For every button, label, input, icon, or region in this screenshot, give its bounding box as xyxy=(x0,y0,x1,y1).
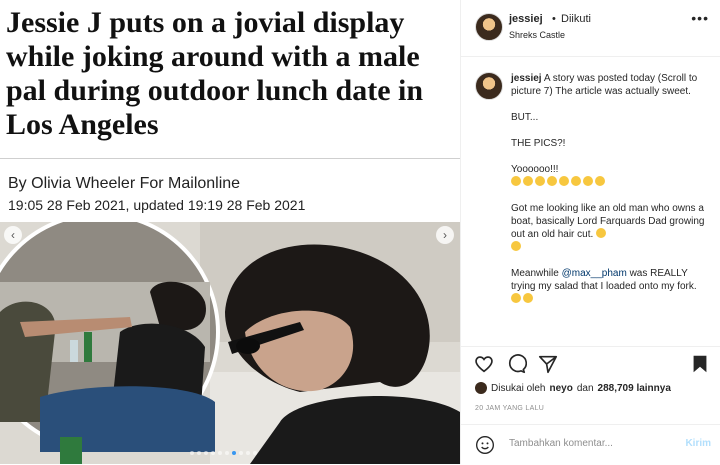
carousel-dot xyxy=(204,451,208,455)
laughing-emoji-icon xyxy=(535,176,545,186)
caption-line: Got me looking like an old man who owns … xyxy=(511,202,711,254)
caption-line: Meanwhile @max__pham was REALLY trying m… xyxy=(511,267,711,306)
laughing-emoji-icon xyxy=(523,293,533,303)
liker-username[interactable]: neyo xyxy=(549,383,572,394)
more-options-icon[interactable]: ••• xyxy=(691,10,709,26)
photo-illustration xyxy=(0,222,460,464)
carousel-dot xyxy=(232,451,236,455)
post-actions xyxy=(461,346,720,377)
caption-username[interactable]: jessiej xyxy=(511,73,542,84)
carousel-dot xyxy=(197,451,201,455)
caption-line: jessiej A story was posted today (Scroll… xyxy=(511,72,711,98)
article-byline: By Olivia Wheeler For Mailonline xyxy=(8,175,241,192)
carousel-dot xyxy=(253,451,257,455)
location-link[interactable]: Shreks Castle xyxy=(509,30,565,40)
article-date: 19:05 28 Feb 2021, updated 19:19 28 Feb … xyxy=(8,197,306,213)
caption-text: Yoooooo!!! xyxy=(511,164,559,175)
carousel-dot xyxy=(239,451,243,455)
caption-text: Meanwhile xyxy=(511,268,559,279)
post-comment-button[interactable]: Kirim xyxy=(685,438,711,449)
header-username[interactable]: jessiej xyxy=(509,13,543,25)
caption-line: BUT... xyxy=(511,112,539,123)
carousel-indicator xyxy=(190,451,257,455)
likes-prefix: Disukai oleh xyxy=(491,382,546,394)
carousel-dot xyxy=(211,451,215,455)
laughing-emoji-icon xyxy=(547,176,557,186)
caption-line: THE PICS?! xyxy=(511,138,566,149)
post-header: jessiej • Diikuti Shreks Castle ••• xyxy=(461,0,720,57)
carousel-next-button[interactable]: › xyxy=(436,226,454,244)
crying-emoji-icon xyxy=(583,176,593,186)
divider xyxy=(0,158,460,159)
article-headline: Jessie J puts on a jovial display while … xyxy=(6,6,424,141)
follow-status-button[interactable]: Diikuti xyxy=(561,13,591,25)
bookmark-icon[interactable] xyxy=(689,353,711,375)
grimace-emoji-icon xyxy=(511,293,521,303)
caption-line: Yoooooo!!! xyxy=(511,163,711,189)
post-photo xyxy=(0,222,460,464)
crying-emoji-icon xyxy=(595,176,605,186)
post-timestamp[interactable]: 20 JAM YANG LALU xyxy=(475,405,544,412)
share-icon[interactable] xyxy=(537,353,559,375)
separator-dot: • xyxy=(552,13,556,25)
emoji-picker-icon[interactable] xyxy=(475,435,495,455)
laughing-emoji-icon xyxy=(559,176,569,186)
carousel-prev-button[interactable]: ‹ xyxy=(4,226,22,244)
comment-icon[interactable] xyxy=(505,353,527,375)
liker-avatar xyxy=(475,382,487,394)
carousel-dot xyxy=(218,451,222,455)
caption-avatar[interactable] xyxy=(475,72,503,100)
avatar[interactable] xyxy=(475,13,503,41)
post-sidebar: jessiej • Diikuti Shreks Castle ••• jess… xyxy=(460,0,720,464)
article-panel: Jessie J puts on a jovial display while … xyxy=(0,0,460,464)
crying-emoji-icon xyxy=(571,176,581,186)
heart-icon[interactable] xyxy=(473,353,495,375)
laughing-emoji-icon xyxy=(511,176,521,186)
carousel-dot xyxy=(225,451,229,455)
grimace-emoji-icon xyxy=(596,228,607,238)
carousel-dot xyxy=(190,451,194,455)
likes-and: dan xyxy=(576,382,594,394)
post-caption: jessiej A story was posted today (Scroll… xyxy=(511,72,711,319)
caption-text: Got me looking like an old man who owns … xyxy=(511,203,705,240)
laughing-emoji-icon xyxy=(523,176,533,186)
likes-count[interactable]: 288,709 lainnya xyxy=(598,383,671,394)
likes-summary[interactable]: Disukai oleh neyo dan 288,709 lainnya xyxy=(475,382,671,394)
mention-link[interactable]: @max__pham xyxy=(562,268,627,279)
comment-bar: Kirim xyxy=(461,424,720,465)
emoji-row xyxy=(511,176,607,188)
comment-input[interactable] xyxy=(507,437,671,450)
grimace-emoji-icon xyxy=(511,241,521,251)
carousel-dot xyxy=(246,451,250,455)
